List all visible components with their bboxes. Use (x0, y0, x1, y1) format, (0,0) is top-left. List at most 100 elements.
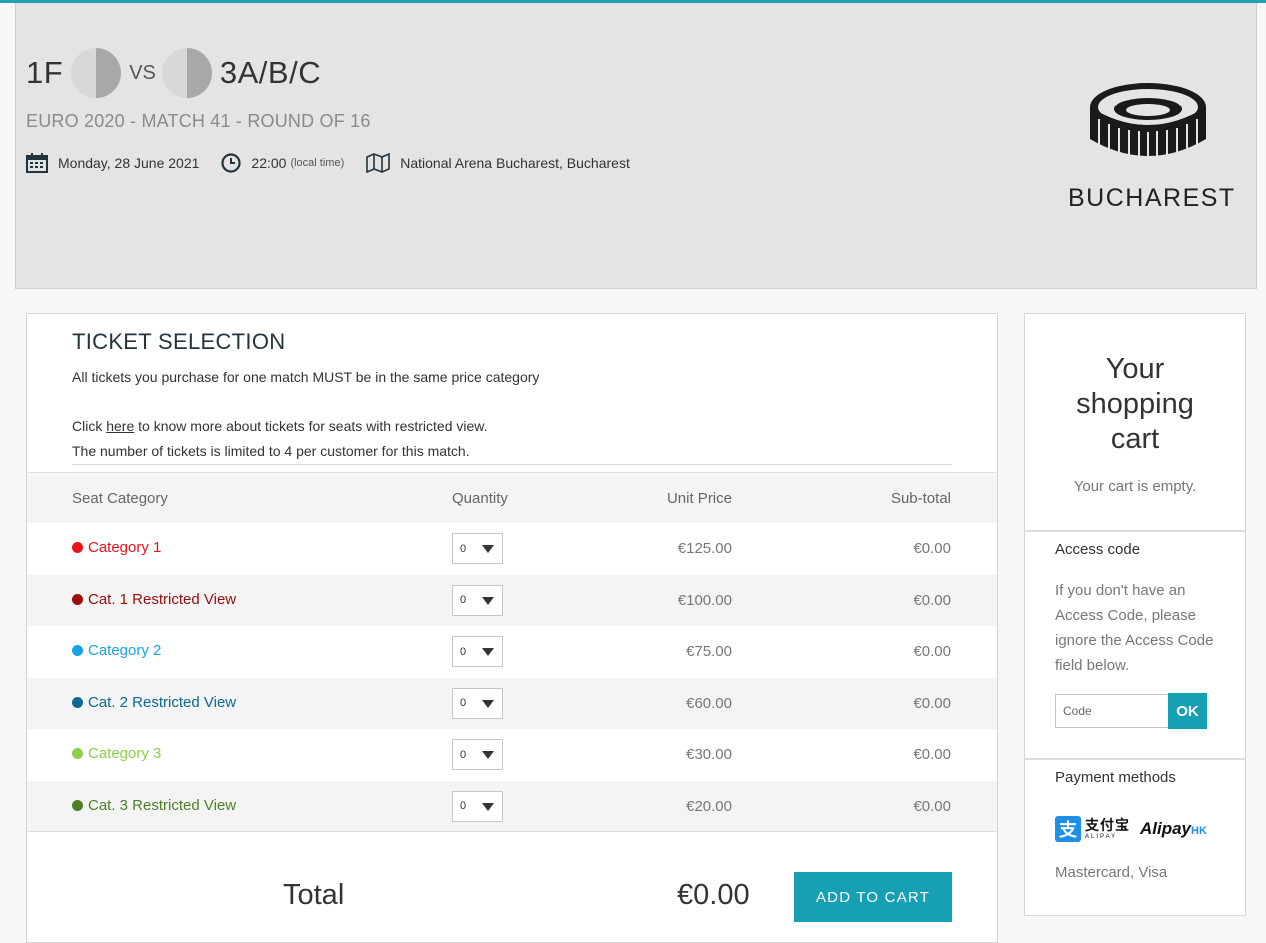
table-row: Cat. 2 Restricted View 0 €60.00 €0.00 (27, 677, 997, 729)
match-header: 1F VS 3A/B/C EURO 2020 - MATCH 41 - ROUN… (15, 3, 1257, 289)
restricted-view-link[interactable]: here (106, 418, 134, 434)
quantity-value: 0 (460, 748, 467, 761)
time-text: 22:00 (251, 155, 287, 171)
category-name: Cat. 1 Restricted View (88, 590, 237, 608)
cart-empty-text: Your cart is empty. (1073, 478, 1197, 495)
chevron-down-icon (482, 596, 494, 605)
divider (1025, 758, 1245, 760)
cart-title: Your shopping cart (1025, 352, 1245, 457)
city-name: BUCHAREST (1068, 184, 1236, 212)
alipay-hk-word: Alipay (1140, 819, 1192, 838)
click-suffix: to know more about tickets for seats wit… (134, 418, 488, 434)
divider (1025, 530, 1245, 532)
quantity-value: 0 (460, 697, 467, 709)
access-code-ok-button[interactable]: OK (1168, 693, 1207, 729)
unit-price: €30.00 (686, 746, 732, 763)
map-icon (366, 153, 391, 173)
ticket-selection-panel: TICKET SELECTION All tickets you purchas… (26, 313, 998, 943)
category-color-dot (72, 696, 83, 708)
quantity-value: 0 (460, 542, 467, 555)
access-code-heading: Access code (1055, 541, 1141, 558)
table-row: Category 2 0 €75.00 €0.00 (27, 626, 997, 677)
cart-title-line: shopping (1076, 388, 1194, 420)
seat-category: Category 3 (72, 745, 161, 762)
category-name: Category 2 (88, 642, 162, 659)
chevron-down-icon (482, 648, 494, 656)
category-name: Cat. 2 Restricted View (88, 693, 237, 711)
category-color-dot (72, 799, 83, 811)
quantity-select[interactable]: 0 (452, 636, 503, 667)
quantity-select[interactable]: 0 (452, 687, 503, 719)
add-to-cart-button[interactable]: ADD TO CART (794, 872, 952, 922)
table-row: Category 3 0 €30.00 €0.00 (27, 729, 997, 780)
unit-price: €100.00 (677, 591, 732, 609)
vs-label: VS (129, 61, 156, 84)
category-color-dot (72, 593, 83, 605)
row-subtotal: €0.00 (913, 797, 951, 815)
unit-price: €20.00 (686, 797, 732, 815)
access-code-text: If you don't have an Access Code, please… (1055, 582, 1214, 674)
ticket-limit-note: The number of tickets is limited to 4 pe… (72, 443, 470, 459)
payment-cards-text: Mastercard, Visa (1055, 864, 1168, 881)
chevron-down-icon (482, 802, 494, 811)
access-code-input[interactable] (1055, 694, 1169, 728)
quantity-select[interactable]: 0 (452, 790, 503, 822)
quantity-select[interactable]: 0 (452, 739, 503, 770)
chevron-down-icon (482, 751, 494, 759)
alipay-hk-suffix: HK (1191, 825, 1207, 837)
same-category-note: All tickets you purchase for one match M… (72, 369, 540, 385)
cart-title-line: Your (1105, 353, 1165, 385)
shopping-cart-panel: Your shopping cart Your cart is empty. A… (1024, 313, 1246, 916)
col-unit-price: Unit Price (666, 490, 732, 507)
table-row: Cat. 3 Restricted View 0 €20.00 €0.00 (27, 780, 997, 832)
ticket-selection-title: TICKET SELECTION (72, 329, 286, 354)
row-subtotal: €0.00 (913, 540, 951, 557)
time-note: (local time) (290, 157, 345, 169)
row-subtotal: €0.00 (913, 746, 951, 763)
restricted-view-note: Click here to know more about tickets fo… (72, 418, 488, 434)
table-header: Seat Category Quantity Unit Price Sub-to… (27, 472, 997, 523)
col-quantity: Quantity (452, 490, 508, 507)
payment-methods-heading: Payment methods (1055, 769, 1176, 786)
table-row: Category 1 0 €125.00 €0.00 (27, 523, 997, 574)
away-flag-icon (161, 48, 212, 98)
match-date: Monday, 28 June 2021 (26, 153, 199, 173)
unit-price: €75.00 (686, 643, 732, 660)
city-logo: BUCHAREST (1068, 77, 1236, 213)
chevron-down-icon (482, 545, 494, 553)
venue-text: National Arena Bucharest, Bucharest (400, 155, 630, 171)
match-venue: National Arena Bucharest, Bucharest (366, 153, 630, 173)
home-team: 1F (26, 55, 64, 90)
col-seat-category: Seat Category (72, 490, 168, 507)
alipay-wordmark: 支付宝 ALIPAY (1085, 818, 1130, 840)
match-subtitle: EURO 2020 - MATCH 41 - ROUND OF 16 (26, 111, 371, 131)
match-time: 22:00 (local time) (221, 153, 344, 173)
chevron-down-icon (482, 699, 494, 708)
seat-category: Category 1 (72, 539, 161, 556)
clock-icon (221, 153, 242, 173)
category-name: Category 3 (88, 745, 162, 762)
seat-category: Cat. 1 Restricted View (72, 591, 236, 608)
seat-category: Cat. 3 Restricted View (72, 797, 236, 814)
total-label: Total (283, 879, 345, 911)
divider (27, 831, 997, 832)
quantity-select[interactable]: 0 (452, 584, 503, 616)
quantity-value: 0 (460, 800, 467, 812)
alipay-en-text: ALIPAY (1085, 834, 1118, 840)
row-subtotal: €0.00 (913, 643, 951, 660)
col-subtotal: Sub-total (890, 490, 951, 507)
category-color-dot (72, 645, 83, 656)
quantity-value: 0 (460, 594, 467, 606)
alipay-hk-logo: AlipayHK (1140, 819, 1207, 839)
stadium-icon (1090, 83, 1206, 161)
match-title: 1F VS 3A/B/C (26, 47, 321, 99)
quantity-select[interactable]: 0 (452, 533, 503, 564)
alipay-cn-text: 支付宝 (1085, 817, 1130, 833)
alipay-icon: 支 (1055, 816, 1081, 842)
row-subtotal: €0.00 (913, 694, 951, 712)
quantity-value: 0 (460, 645, 467, 658)
click-prefix: Click (72, 418, 107, 434)
seat-category: Category 2 (72, 642, 161, 659)
match-meta: Monday, 28 June 2021 22:00 (local time) … (26, 153, 652, 173)
cart-title-line: cart (1110, 423, 1160, 455)
